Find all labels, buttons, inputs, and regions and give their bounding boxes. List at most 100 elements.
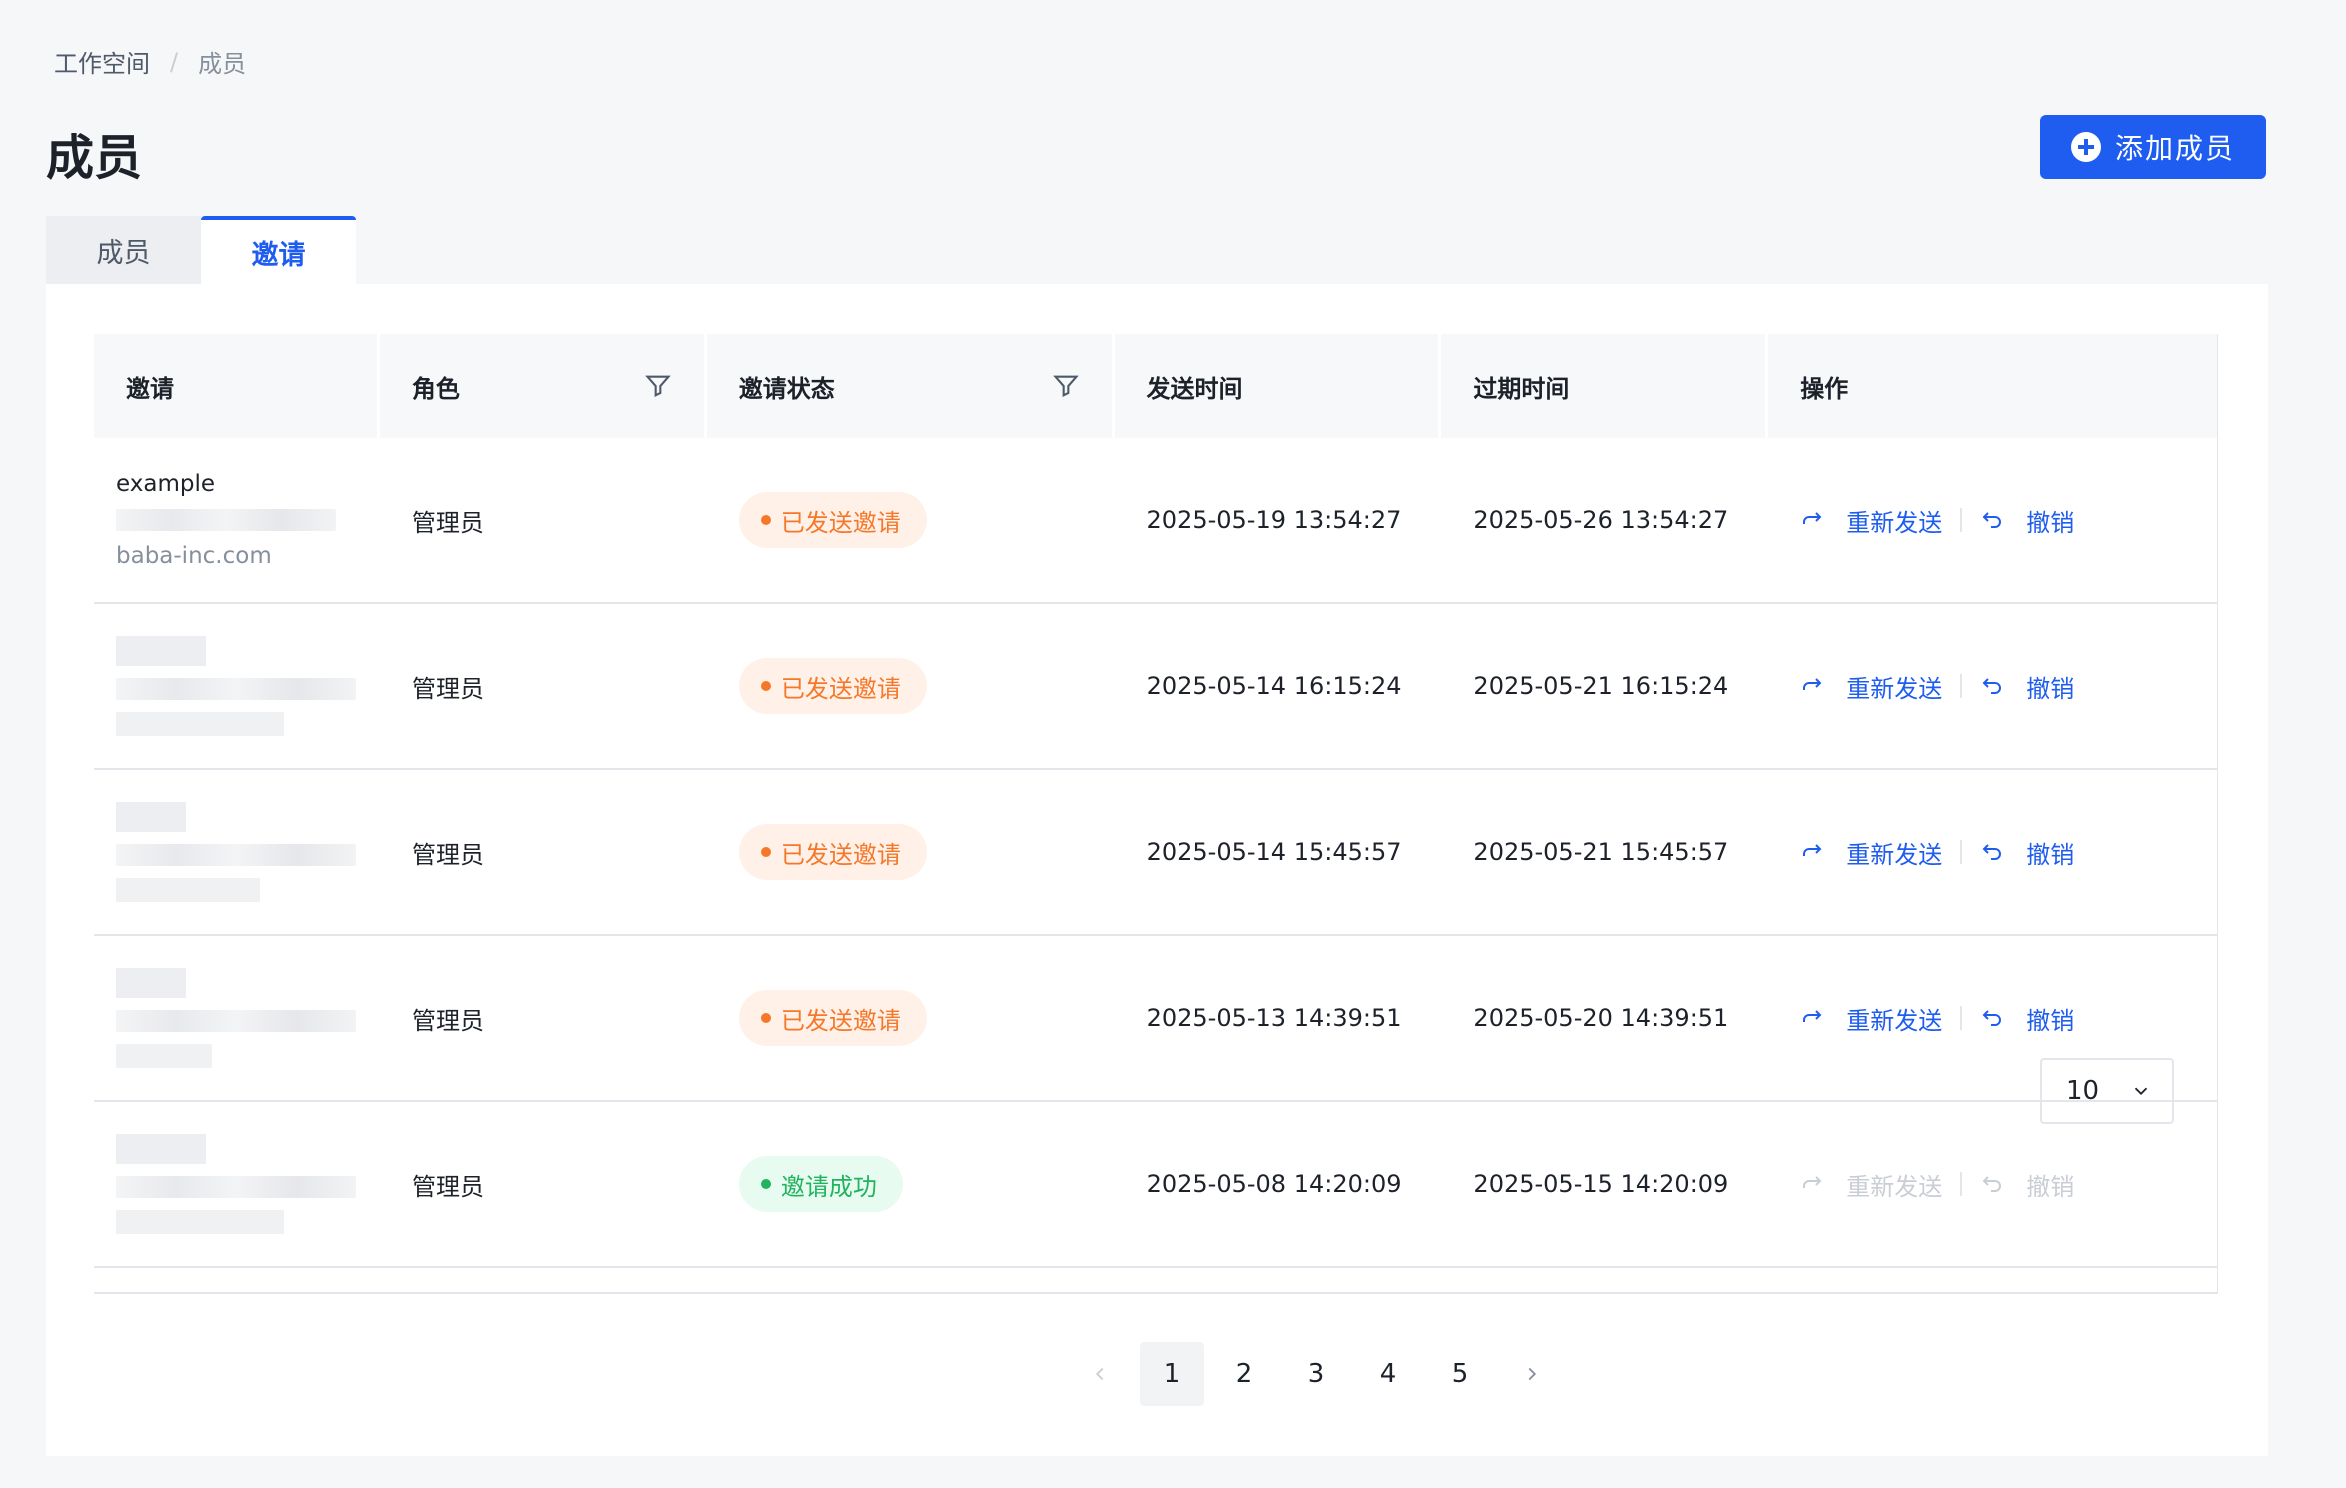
- page-size-select[interactable]: 10: [2040, 1058, 2174, 1124]
- breadcrumb: 工作空间 / 成员: [54, 44, 246, 79]
- invite-cell: [94, 1102, 380, 1266]
- expire-time-cell: 2025-05-15 14:20:09: [1441, 1102, 1768, 1266]
- redacted-domain: [116, 1210, 284, 1234]
- revoke-button[interactable]: 撤销: [1980, 669, 2074, 704]
- sent-time: 2025-05-19 13:54:27: [1146, 506, 1402, 534]
- breadcrumb-workspace-link[interactable]: 工作空间: [54, 44, 150, 79]
- sent-time: 2025-05-14 16:15:24: [1146, 672, 1402, 700]
- add-member-label: 添加成员: [2114, 132, 2235, 165]
- chevron-down-icon: [2134, 1087, 2148, 1096]
- status-text: 邀请成功: [780, 1172, 877, 1201]
- page-5-button[interactable]: 5: [1428, 1342, 1492, 1406]
- resend-icon: [1803, 678, 1822, 690]
- redacted-domain: [116, 712, 284, 736]
- page-2-button[interactable]: 2: [1212, 1342, 1276, 1406]
- invitations-table: 邀请 角色 邀请状态 发送时间 过期时间 操作 example baba-inc.…: [94, 334, 2218, 1294]
- status-badge: 已发送邀请: [738, 824, 927, 880]
- row-actions: 重新发送 撤销: [1800, 1001, 2074, 1036]
- revoke-button[interactable]: 撤销: [1980, 503, 2074, 538]
- row-actions: 重新发送 撤销: [1800, 835, 2074, 870]
- resend-button[interactable]: 重新发送: [1800, 1001, 1942, 1036]
- sent-time: 2025-05-08 14:20:09: [1146, 1170, 1402, 1198]
- status-dot: [760, 847, 771, 857]
- invitations-panel: 邀请 角色 邀请状态 发送时间 过期时间 操作 example baba-inc.…: [46, 284, 2268, 1456]
- status-cell: 已发送邀请: [707, 936, 1115, 1100]
- revoke-button[interactable]: 撤销: [1980, 835, 2074, 870]
- page-1-button[interactable]: 1: [1140, 1342, 1204, 1406]
- sent-time: 2025-05-13 14:39:51: [1146, 1004, 1402, 1032]
- role-cell: 管理员: [380, 1102, 707, 1266]
- resend-button[interactable]: 重新发送: [1800, 669, 1942, 704]
- sent-time-cell: 2025-05-13 14:39:51: [1115, 936, 1442, 1100]
- resend-label: 重新发送: [1846, 1172, 1943, 1201]
- table-row: 管理员 已发送邀请 2025-05-14 16:15:24 2025-05-21 16…: [94, 604, 2217, 770]
- prev-page-button[interactable]: [1068, 1342, 1132, 1406]
- table-row: 管理员 邀请成功 2025-05-08 14:20:09 2025-05-15 14:…: [94, 1102, 2217, 1268]
- redacted-avatar: [116, 968, 186, 998]
- redacted-email: [116, 1176, 356, 1198]
- table-row: example baba-inc.com 管理员 已发送邀请 2025-05-19 13…: [94, 438, 2217, 604]
- invitee-name: example: [116, 471, 215, 497]
- invite-cell: [94, 770, 380, 934]
- table-header: 邀请 角色 邀请状态 发送时间 过期时间 操作: [94, 334, 2217, 438]
- sent-time-cell: 2025-05-14 15:45:57: [1115, 770, 1442, 934]
- sent-time-cell: 2025-05-14 16:15:24: [1115, 604, 1442, 768]
- add-member-button[interactable]: 添加成员: [2040, 115, 2266, 179]
- action-divider: [1960, 508, 1963, 532]
- row-actions: 重新发送 撤销: [1800, 1167, 2074, 1202]
- sent-time: 2025-05-14 15:45:57: [1146, 838, 1402, 866]
- role-text: 管理员: [412, 840, 484, 869]
- redacted-email: [116, 1010, 356, 1032]
- invitee-domain: baba-inc.com: [116, 543, 272, 569]
- header-status-label: 邀请状态: [738, 374, 835, 403]
- header-expire-label: 过期时间: [1473, 374, 1570, 403]
- revoke-icon: [1982, 678, 2002, 694]
- revoke-button: 撤销: [1980, 1167, 2074, 1202]
- action-divider: [1960, 674, 1963, 698]
- page-3-button[interactable]: 3: [1284, 1342, 1348, 1406]
- expire-time-cell: 2025-05-21 15:45:57: [1441, 770, 1768, 934]
- redacted-avatar: [116, 802, 186, 832]
- tab-members[interactable]: 成员: [46, 216, 201, 284]
- header-role-label: 角色: [411, 374, 460, 403]
- status-cell: 已发送邀请: [707, 438, 1115, 602]
- role-text: 管理员: [412, 674, 484, 703]
- header-sent-time: 发送时间: [1115, 334, 1442, 438]
- role-cell: 管理员: [380, 604, 707, 768]
- resend-button[interactable]: 重新发送: [1800, 835, 1942, 870]
- role-cell: 管理员: [380, 770, 707, 934]
- resend-icon: [1803, 512, 1822, 524]
- revoke-button[interactable]: 撤销: [1980, 1001, 2074, 1036]
- chevron-left-icon: [1095, 1367, 1104, 1381]
- revoke-icon: [1982, 844, 2002, 860]
- page-4-button[interactable]: 4: [1356, 1342, 1420, 1406]
- expire-time: 2025-05-21 16:15:24: [1473, 672, 1729, 700]
- role-text: 管理员: [412, 1172, 484, 1201]
- action-divider: [1960, 840, 1963, 864]
- tab-invitations[interactable]: 邀请: [201, 216, 356, 284]
- expire-time-cell: 2025-05-26 13:54:27: [1441, 438, 1768, 602]
- resend-button[interactable]: 重新发送: [1800, 503, 1942, 538]
- status-dot: [760, 1013, 771, 1023]
- sent-time-cell: 2025-05-19 13:54:27: [1115, 438, 1442, 602]
- filter-icon[interactable]: [644, 372, 672, 400]
- revoke-label: 撤销: [2026, 840, 2075, 869]
- chevron-right-icon: [1528, 1367, 1537, 1381]
- expire-time: 2025-05-20 14:39:51: [1473, 1004, 1729, 1032]
- resend-label: 重新发送: [1846, 840, 1943, 869]
- expire-time-cell: 2025-05-20 14:39:51: [1441, 936, 1768, 1100]
- revoke-icon: [1982, 1010, 2002, 1026]
- revoke-label: 撤销: [2026, 1172, 2075, 1201]
- expire-time: 2025-05-15 14:20:09: [1473, 1170, 1729, 1198]
- actions-cell: 重新发送 撤销: [1768, 1102, 2217, 1266]
- plus-circle-icon: [2070, 132, 2101, 162]
- resend-button: 重新发送: [1800, 1167, 1942, 1202]
- next-page-button[interactable]: [1500, 1342, 1564, 1406]
- filter-icon[interactable]: [1052, 372, 1080, 400]
- invite-cell: [94, 936, 380, 1100]
- status-text: 已发送邀请: [780, 840, 901, 869]
- table-row: 管理员 已发送邀请 2025-05-14 15:45:57 2025-05-21 15…: [94, 770, 2217, 936]
- redacted-email: [116, 678, 356, 700]
- resend-icon: [1803, 1010, 1822, 1022]
- pagination: 1 2 3 4 5: [1068, 1342, 1572, 1406]
